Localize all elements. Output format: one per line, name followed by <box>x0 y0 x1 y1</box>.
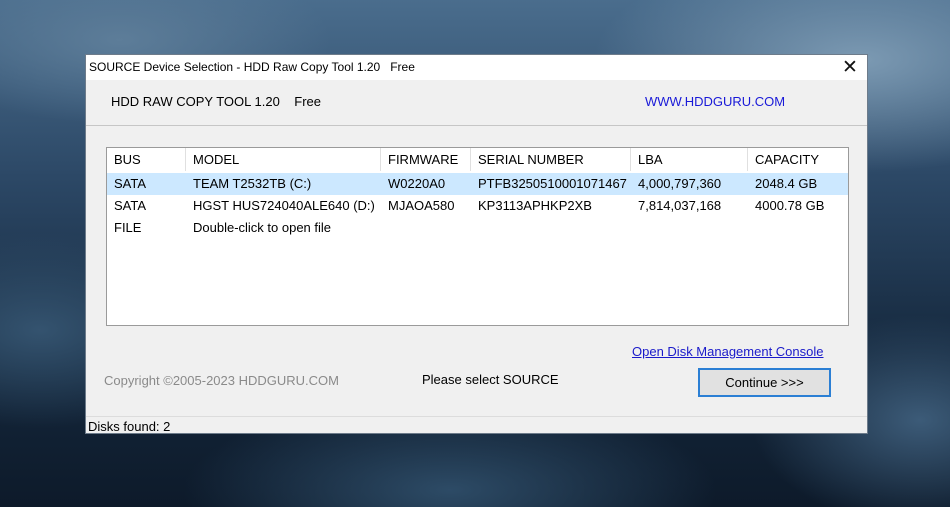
cell-lba <box>631 217 638 239</box>
cell-serial-number: KP3113APHKP2XB <box>478 198 592 213</box>
cell-firmware: MJAOA580 <box>388 198 455 213</box>
title-bar[interactable]: SOURCE Device Selection - HDD Raw Copy T… <box>86 55 867 80</box>
website-link[interactable]: WWW.HDDGURU.COM <box>645 94 785 109</box>
cell-firmware <box>381 217 388 239</box>
cell-capacity <box>748 217 755 239</box>
cell-model: HGST HUS724040ALE640 (D:) <box>193 198 375 213</box>
selection-prompt: Please select SOURCE <box>422 372 559 387</box>
cell-model: TEAM T2532TB (C:) <box>193 176 312 191</box>
column-header-firmware[interactable]: FIRMWARE <box>381 148 471 171</box>
cell-firmware: W0220A0 <box>388 176 446 191</box>
table-row[interactable]: SATA HGST HUS724040ALE640 (D:) MJAOA580 … <box>107 195 848 217</box>
column-header-bus[interactable]: BUS <box>107 148 186 171</box>
cell-capacity: 4000.78 GB <box>755 198 825 213</box>
window-title: SOURCE Device Selection - HDD Raw Copy T… <box>89 60 415 74</box>
cell-capacity: 2048.4 GB <box>755 176 818 191</box>
cell-bus: SATA <box>114 198 147 213</box>
header-divider <box>86 125 867 126</box>
column-header-serial-number[interactable]: SERIAL NUMBER <box>471 148 631 171</box>
cell-serial-number: PTFB3250510001071467 <box>478 176 627 191</box>
open-disk-management-link[interactable]: Open Disk Management Console <box>632 344 824 359</box>
continue-button[interactable]: Continue >>> <box>698 368 831 397</box>
cell-serial-number <box>471 217 478 239</box>
statusbar-divider <box>86 416 867 417</box>
cell-lba: 7,814,037,168 <box>638 198 722 213</box>
table-row[interactable]: FILE Double-click to open file <box>107 217 848 239</box>
app-name-label: HDD RAW COPY TOOL 1.20 Free <box>111 94 321 109</box>
cell-lba: 4,000,797,360 <box>638 176 722 191</box>
column-header-lba[interactable]: LBA <box>631 148 748 171</box>
cell-bus: SATA <box>114 176 147 191</box>
cell-bus: FILE <box>114 220 142 235</box>
close-icon[interactable]: ✕ <box>833 55 867 80</box>
table-row[interactable]: SATA TEAM T2532TB (C:) W0220A0 PTFB32505… <box>107 173 848 195</box>
device-list[interactable]: BUS MODEL FIRMWARE SERIAL NUMBER LBA CAP… <box>106 147 849 326</box>
disks-found-status: Disks found: 2 <box>88 419 171 434</box>
column-header-model[interactable]: MODEL <box>186 148 381 171</box>
device-list-header: BUS MODEL FIRMWARE SERIAL NUMBER LBA CAP… <box>107 148 848 171</box>
source-device-selection-window: SOURCE Device Selection - HDD Raw Copy T… <box>85 54 868 434</box>
cell-model: Double-click to open file <box>193 220 332 235</box>
copyright-text: Copyright ©2005-2023 HDDGURU.COM <box>104 373 339 388</box>
column-header-capacity[interactable]: CAPACITY <box>748 148 848 171</box>
